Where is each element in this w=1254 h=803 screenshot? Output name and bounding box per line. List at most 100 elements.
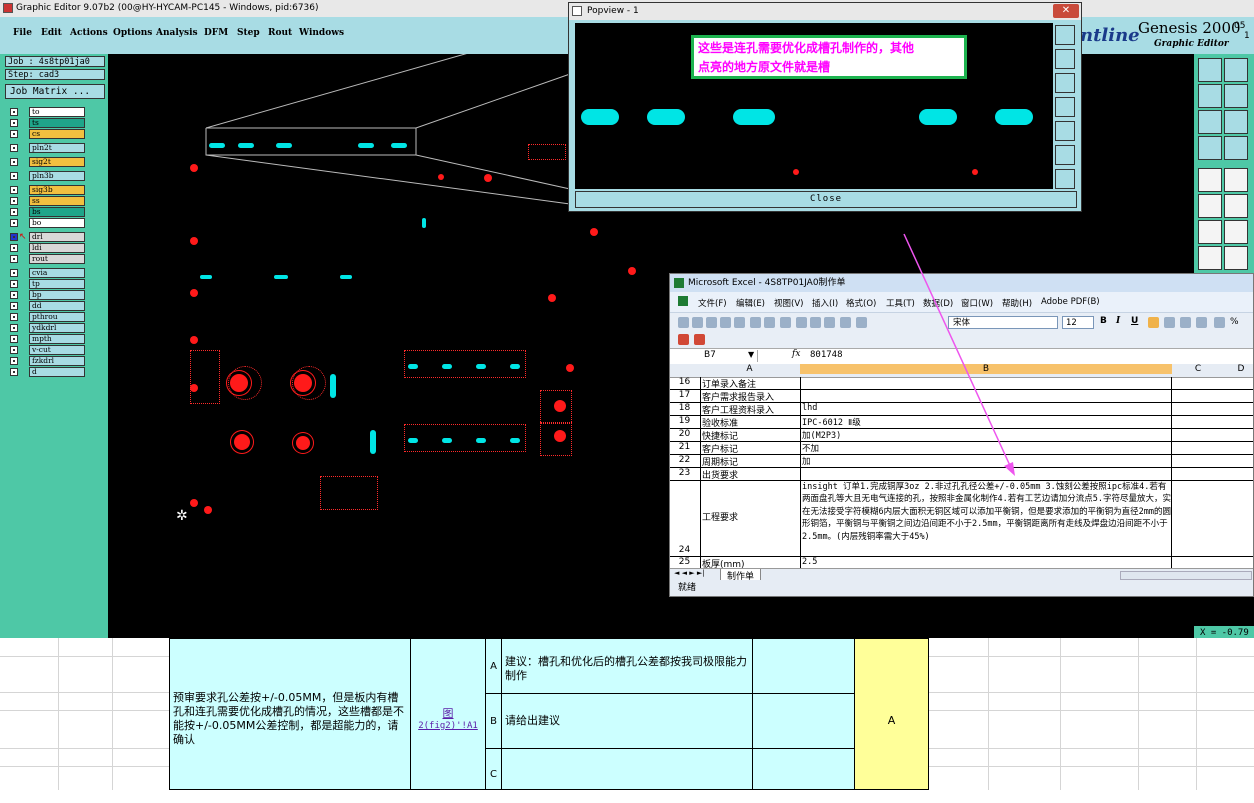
- layer-row-bo[interactable]: bo: [5, 218, 87, 228]
- layer-name[interactable]: pthrou: [29, 312, 85, 322]
- layer-checkbox[interactable]: [10, 255, 18, 263]
- redraw-icon[interactable]: [1198, 136, 1222, 160]
- pdf-convert-icon[interactable]: [678, 334, 689, 345]
- cell-b[interactable]: insight 订单1.完成铜厚3oz 2.非过孔孔径公差+/-0.05mm 3…: [800, 481, 1172, 556]
- layer-checkbox[interactable]: [10, 357, 18, 365]
- xl-menu-view[interactable]: 视图(V): [774, 297, 803, 309]
- fit-screen-icon[interactable]: [1198, 110, 1222, 134]
- xl-menu-insert[interactable]: 插入(I): [812, 297, 838, 309]
- cell-a[interactable]: 出货要求: [700, 468, 799, 481]
- layer-name[interactable]: fzkdrl: [29, 356, 85, 366]
- cell-a[interactable]: 板厚(mm): [700, 557, 799, 570]
- layer-checkbox[interactable]: [10, 269, 18, 277]
- font-name-select[interactable]: 宋体: [948, 316, 1058, 329]
- pan-left-icon[interactable]: [1198, 84, 1222, 108]
- align-left-icon[interactable]: [1148, 317, 1159, 328]
- layer-name[interactable]: sig3b: [29, 185, 85, 195]
- row-number[interactable]: 17: [670, 390, 699, 402]
- row-number[interactable]: 19: [670, 416, 699, 428]
- layer-checkbox[interactable]: [10, 335, 18, 343]
- row-number[interactable]: 22: [670, 455, 699, 467]
- layer-name[interactable]: ldi: [29, 243, 85, 253]
- layer-checkbox[interactable]: [10, 197, 18, 205]
- layer-checkbox[interactable]: [10, 186, 18, 194]
- option-text-b[interactable]: 请给出建议: [501, 693, 753, 749]
- percent-icon[interactable]: %: [1230, 317, 1239, 327]
- layer-checkbox[interactable]: [10, 219, 18, 227]
- layer-name[interactable]: dd: [29, 301, 85, 311]
- zoom-in-icon[interactable]: [1198, 58, 1222, 82]
- layer-name[interactable]: ss: [29, 196, 85, 206]
- menu-file[interactable]: File: [13, 28, 32, 38]
- select-tool-icon[interactable]: [1198, 168, 1222, 192]
- cell-b[interactable]: lhd: [800, 403, 1172, 415]
- layer-checkbox[interactable]: [10, 280, 18, 288]
- figure-link-cell[interactable]: 图 2(fig2)'!A1: [410, 638, 486, 790]
- horizontal-scrollbar[interactable]: [1120, 571, 1252, 580]
- cell-b[interactable]: 加: [800, 455, 1172, 467]
- popview-canvas[interactable]: 这些是连孔需要优化成槽孔制作的，其他 点亮的地方原文件就是槽: [575, 23, 1053, 189]
- layer-checkbox[interactable]: [10, 172, 18, 180]
- grid-icon[interactable]: [1224, 136, 1248, 160]
- layer-row-d[interactable]: d: [5, 367, 87, 377]
- undo-icon[interactable]: [856, 317, 867, 328]
- layer-row-cs[interactable]: cs: [5, 129, 87, 139]
- open-icon[interactable]: [692, 317, 703, 328]
- job-name-field[interactable]: Job : 4s8tp01ja0: [5, 56, 105, 67]
- row-number[interactable]: 21: [670, 442, 699, 454]
- layer-row-pln3b[interactable]: pln3b: [5, 171, 87, 181]
- cell-a[interactable]: 验收标准: [700, 416, 799, 429]
- layer-checkbox[interactable]: [10, 108, 18, 116]
- cell-b[interactable]: 2.5: [800, 557, 1172, 568]
- layer-name[interactable]: pln3b: [29, 171, 85, 181]
- pv-pan-right-icon[interactable]: [1055, 121, 1075, 141]
- pv-zoom-out-icon[interactable]: [1055, 49, 1075, 69]
- menu-actions[interactable]: Actions: [70, 28, 108, 38]
- layer-row-v-cut[interactable]: v-cut: [5, 345, 87, 355]
- menu-step[interactable]: Step: [237, 28, 260, 38]
- layer-checkbox[interactable]: [10, 130, 18, 138]
- row-number[interactable]: 18: [670, 403, 699, 415]
- font-size-select[interactable]: 12: [1062, 316, 1094, 329]
- layer-row-fzkdrl[interactable]: fzkdrl: [5, 356, 87, 366]
- layer-row-rout[interactable]: rout: [5, 254, 87, 264]
- layer-row-mpth[interactable]: mpth: [5, 334, 87, 344]
- layer-row-dd[interactable]: dd: [5, 301, 87, 311]
- angle-tool-icon[interactable]: [1198, 220, 1222, 244]
- option-text-a[interactable]: 建议：槽孔和优化后的槽孔公差都按我司极限能力制作: [501, 638, 753, 694]
- layer-name[interactable]: ydkdrl: [29, 323, 85, 333]
- layer-name[interactable]: sig2t: [29, 157, 85, 167]
- cell-b[interactable]: [800, 377, 1172, 389]
- pv-pan-up-icon[interactable]: [1055, 73, 1075, 93]
- connect-tool-icon[interactable]: [1198, 194, 1222, 218]
- pv-center-icon[interactable]: [1055, 169, 1075, 189]
- popview-close-button[interactable]: Close: [575, 191, 1077, 208]
- cell-a[interactable]: 客户标记: [700, 442, 799, 455]
- cell-b[interactable]: IPC-6012 Ⅱ级: [800, 416, 1172, 428]
- underline-button[interactable]: U: [1131, 316, 1138, 326]
- cell-a[interactable]: 客户需求报告录入: [700, 390, 799, 403]
- menu-windows[interactable]: Windows: [299, 28, 344, 38]
- layer-row-ldi[interactable]: ldi: [5, 243, 87, 253]
- question-cell[interactable]: 预审要求孔公差按+/-0.05MM，但是板内有槽孔和连孔需要优化成槽孔的情况，这…: [169, 638, 411, 790]
- layer-name[interactable]: cs: [29, 129, 85, 139]
- layer-row-bp[interactable]: bp: [5, 290, 87, 300]
- row-number[interactable]: 24: [670, 481, 699, 556]
- xl-menu-file[interactable]: 文件(F): [698, 297, 727, 309]
- layer-name[interactable]: bp: [29, 290, 85, 300]
- row-number[interactable]: 25: [670, 557, 699, 568]
- cell-a[interactable]: 客户工程资料录入: [700, 403, 799, 416]
- xl-menu-edit[interactable]: 编辑(E): [736, 297, 765, 309]
- permission-icon[interactable]: [720, 317, 731, 328]
- step-name-field[interactable]: Step: cad3: [5, 69, 105, 80]
- cell-b[interactable]: 不加: [800, 442, 1172, 454]
- menu-analysis[interactable]: Analysis: [156, 28, 198, 38]
- figure-link-line-2[interactable]: 2(fig2)'!A1: [411, 721, 485, 731]
- job-matrix-button[interactable]: Job Matrix ...: [5, 84, 105, 99]
- layer-row-bs[interactable]: bs: [5, 207, 87, 217]
- measure-tool-icon[interactable]: [1224, 168, 1248, 192]
- cut-icon[interactable]: [796, 317, 807, 328]
- dash-tool-icon[interactable]: [1224, 246, 1248, 270]
- pv-fit-icon[interactable]: [1055, 145, 1075, 165]
- cell-b[interactable]: [800, 390, 1172, 402]
